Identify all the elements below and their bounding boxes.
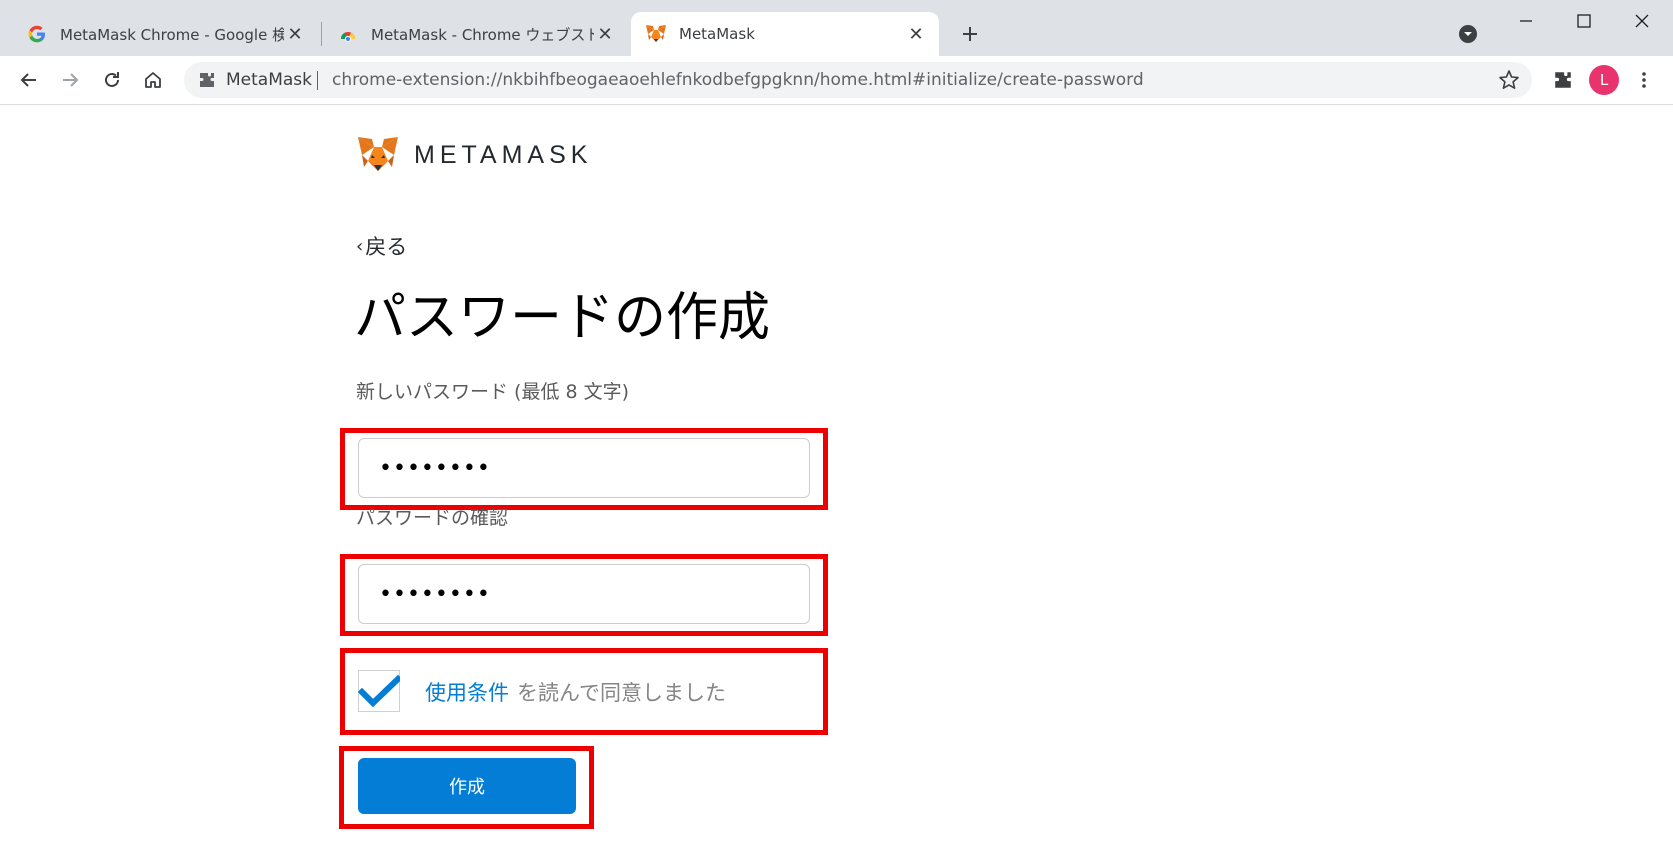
reload-button[interactable] — [97, 65, 127, 95]
tab-search-button[interactable] — [1456, 22, 1480, 46]
tab-title: MetaMask Chrome - Google 検索 — [60, 25, 284, 44]
browser-toolbar: MetaMask chrome-extension://nkbihfbeogae… — [0, 56, 1673, 105]
url-text[interactable]: chrome-extension://nkbihfbeogaeaoehlefnk… — [332, 62, 1144, 98]
metamask-fox-icon — [358, 137, 398, 171]
back-link[interactable]: ‹ 戻る — [356, 231, 407, 261]
menu-button[interactable] — [1629, 65, 1659, 95]
reload-icon — [105, 72, 119, 87]
terms-link[interactable]: 使用条件 — [425, 677, 509, 707]
more-vertical-icon — [1642, 72, 1646, 88]
back-label: 戻る — [365, 235, 408, 259]
puzzle-icon — [198, 71, 216, 93]
create-button[interactable]: 作成 — [358, 758, 576, 814]
puzzle-icon — [1555, 72, 1571, 88]
terms-text: を読んで同意しました — [517, 681, 726, 705]
omnibox-divider — [317, 71, 318, 90]
arrow-right-icon — [63, 73, 79, 87]
window-close-button[interactable] — [1618, 6, 1666, 36]
chevron-down-icon — [1459, 25, 1477, 43]
page-content: METAMASK ‹ 戻る パスワードの作成 新しいパスワード (最低 8 文字… — [0, 105, 1673, 856]
tab-chrome-webstore[interactable]: MetaMask - Chrome ウェブストア ✕ — [323, 12, 628, 56]
metamask-fox-icon — [645, 23, 667, 45]
extensions-button[interactable] — [1548, 65, 1578, 95]
chevron-left-icon: ‹ — [356, 235, 364, 257]
google-icon — [26, 23, 48, 45]
close-icon[interactable]: ✕ — [594, 23, 616, 45]
tab-strip: MetaMask Chrome - Google 検索 ✕ MetaMask -… — [0, 0, 1673, 56]
minimize-button[interactable] — [1502, 6, 1550, 36]
confirm-password-input[interactable] — [358, 564, 810, 624]
brand-wordmark: METAMASK — [414, 140, 593, 169]
home-icon — [145, 72, 161, 88]
tab-title: MetaMask — [679, 25, 755, 43]
confirm-password-label: パスワードの確認 — [356, 507, 509, 529]
page-title: パスワードの作成 — [354, 288, 771, 348]
metamask-logo: METAMASK — [356, 135, 592, 175]
new-password-label: 新しいパスワード (最低 8 文字) — [356, 381, 630, 403]
tab-separator — [321, 22, 322, 46]
terms-checkbox[interactable] — [358, 670, 400, 712]
maximize-button[interactable] — [1560, 6, 1608, 36]
checkmark-icon — [358, 674, 400, 708]
terms-row: 使用条件 を読んで同意しました — [425, 675, 726, 709]
minimize-icon — [1520, 20, 1532, 22]
plus-icon — [963, 27, 977, 41]
address-bar[interactable]: MetaMask chrome-extension://nkbihfbeogae… — [184, 62, 1532, 98]
new-password-input[interactable] — [358, 438, 810, 498]
forward-button[interactable] — [55, 65, 85, 95]
close-icon[interactable]: ✕ — [284, 23, 306, 45]
tab-google-search[interactable]: MetaMask Chrome - Google 検索 ✕ — [0, 12, 318, 56]
close-icon — [1635, 14, 1649, 28]
star-icon[interactable] — [1498, 69, 1520, 95]
back-button[interactable] — [14, 65, 44, 95]
avatar[interactable]: L — [1589, 65, 1619, 95]
home-button[interactable] — [138, 65, 168, 95]
close-icon[interactable]: ✕ — [905, 23, 927, 45]
site-label: MetaMask — [226, 70, 312, 90]
chrome-webstore-icon — [337, 23, 359, 45]
new-tab-button[interactable] — [955, 19, 985, 49]
arrow-left-icon — [20, 73, 36, 87]
tab-metamask[interactable]: MetaMask ✕ — [631, 12, 939, 56]
tab-title: MetaMask - Chrome ウェブストア — [371, 25, 594, 44]
maximize-icon — [1577, 14, 1591, 28]
